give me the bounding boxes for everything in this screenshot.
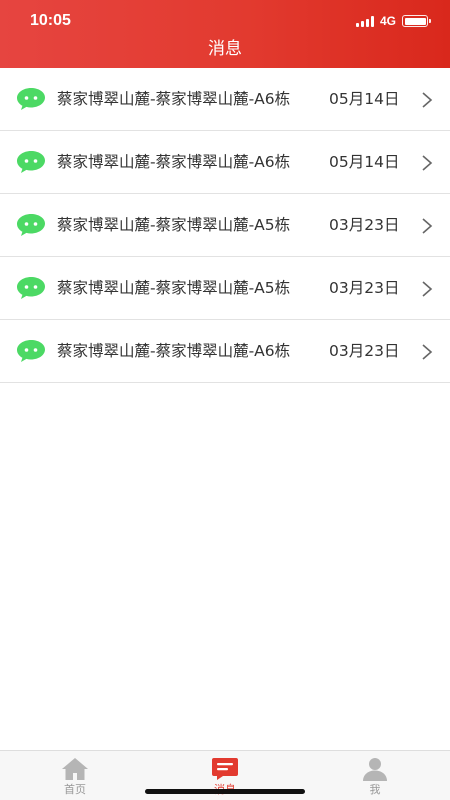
chevron-right-icon	[422, 281, 433, 297]
tab-label: 我	[369, 783, 381, 796]
tab-home[interactable]: 首页	[0, 751, 150, 800]
message-title: 蔡家博翠山麓-蔡家博翠山麓-A6栋	[57, 90, 291, 108]
message-icon	[212, 758, 238, 780]
message-title: 蔡家博翠山麓-蔡家博翠山麓-A5栋	[57, 216, 291, 234]
chat-bubble-icon	[17, 151, 45, 173]
status-time: 10:05	[30, 12, 71, 29]
chevron-right-icon	[422, 92, 433, 108]
page-title: 消息	[208, 39, 242, 59]
tab-label: 首页	[64, 783, 86, 796]
tab-me[interactable]: 我	[300, 751, 450, 800]
message-title: 蔡家博翠山麓-蔡家博翠山麓-A6栋	[57, 153, 291, 171]
message-row[interactable]: 蔡家博翠山麓-蔡家博翠山麓-A6栋 03月23日	[0, 320, 450, 383]
message-date: 05月14日	[329, 90, 400, 108]
home-icon	[62, 758, 88, 780]
chat-bubble-icon	[17, 88, 45, 110]
chat-bubble-icon	[17, 340, 45, 362]
message-date: 03月23日	[329, 279, 400, 297]
chevron-right-icon	[422, 155, 433, 171]
message-title: 蔡家博翠山麓-蔡家博翠山麓-A6栋	[57, 342, 291, 360]
message-date: 05月14日	[329, 153, 400, 171]
header: 10:05 4G 消息	[0, 0, 450, 68]
message-date: 03月23日	[329, 216, 400, 234]
message-row[interactable]: 蔡家博翠山麓-蔡家博翠山麓-A5栋 03月23日	[0, 194, 450, 257]
network-type: 4G	[379, 14, 396, 28]
chevron-right-icon	[422, 344, 433, 360]
message-title: 蔡家博翠山麓-蔡家博翠山麓-A5栋	[57, 279, 291, 297]
status-indicators: 4G	[355, 14, 431, 28]
chat-bubble-icon	[17, 277, 45, 299]
home-indicator	[145, 789, 305, 794]
chevron-right-icon	[422, 218, 433, 234]
chat-bubble-icon	[17, 214, 45, 236]
message-date: 03月23日	[329, 342, 400, 360]
battery-icon	[402, 15, 431, 27]
message-row[interactable]: 蔡家博翠山麓-蔡家博翠山麓-A6栋 05月14日	[0, 68, 450, 131]
message-row[interactable]: 蔡家博翠山麓-蔡家博翠山麓-A6栋 05月14日	[0, 131, 450, 194]
signal-icon	[355, 15, 374, 27]
message-list: 蔡家博翠山麓-蔡家博翠山麓-A6栋 05月14日 蔡家博翠山麓-蔡家博翠山麓-A…	[0, 68, 450, 383]
message-row[interactable]: 蔡家博翠山麓-蔡家博翠山麓-A5栋 03月23日	[0, 257, 450, 320]
user-icon	[363, 758, 387, 781]
